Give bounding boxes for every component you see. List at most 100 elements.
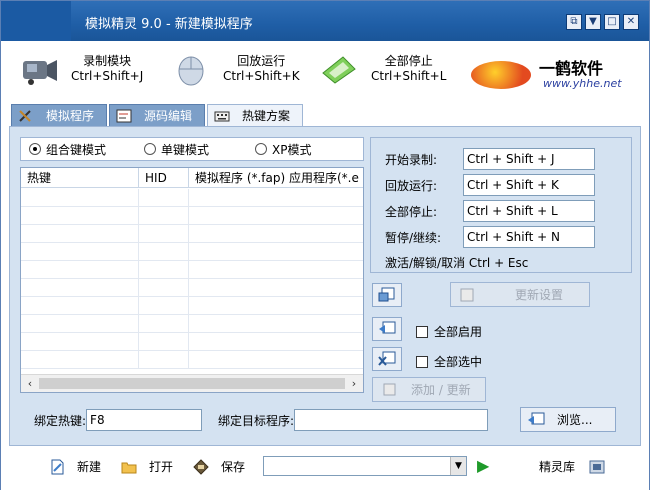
brand-name: 一鹤软件 <box>539 59 604 78</box>
library-button[interactable]: 精灵库 <box>539 458 605 475</box>
add-row-button[interactable] <box>372 317 402 341</box>
table-row <box>21 207 363 225</box>
column-header-hotkey[interactable]: 热键 <box>21 168 139 188</box>
close-button[interactable]: ✕ <box>623 14 639 30</box>
scroll-thumb[interactable] <box>39 378 345 389</box>
code-edit-icon <box>116 109 132 122</box>
pause-hotkey-field[interactable]: Ctrl + Shift + N <box>463 226 595 248</box>
binding-row: 绑定热键: F8 绑定目标程序: <box>34 409 489 431</box>
tools-icon <box>19 109 31 122</box>
restore-button[interactable]: ⧉ <box>566 14 582 30</box>
tab-label: 模拟程序 <box>46 109 95 123</box>
library-label: 精灵库 <box>539 460 576 474</box>
table-row <box>21 315 363 333</box>
playback-button[interactable]: 回放运行 Ctrl+Shift+K <box>171 51 300 87</box>
horizontal-scrollbar[interactable]: ‹ › <box>21 374 363 392</box>
delete-row-button[interactable] <box>372 347 402 371</box>
enable-all-checkbox[interactable]: 全部启用 <box>416 323 482 340</box>
tab-label: 源码编辑 <box>144 109 193 123</box>
playback-hotkey-field[interactable]: Ctrl + Shift + K <box>463 174 595 196</box>
table-row <box>21 261 363 279</box>
new-label: 新建 <box>77 460 102 474</box>
hotkey-row-stop-all: 全部停止: Ctrl + Shift + L <box>385 200 595 222</box>
hotkey-label: 回放运行: <box>385 178 438 193</box>
column-header-hid[interactable]: HID <box>139 168 189 188</box>
select-all-label: 全部选中 <box>434 355 483 369</box>
stop-all-label: 全部停止 <box>384 54 433 68</box>
update-settings-label: 更新设置 <box>515 288 564 302</box>
mode-combo-radio[interactable]: 组合键模式 <box>29 141 106 158</box>
playback-shortcut: Ctrl+Shift+K <box>223 69 300 83</box>
add-update-label: 添加 / 更新 <box>411 383 471 397</box>
mode-selector: 组合键模式 单键模式 XP模式 <box>20 137 364 161</box>
scroll-left-icon[interactable]: ‹ <box>21 375 39 392</box>
browse-button[interactable]: 浏览... <box>520 407 616 432</box>
import-button[interactable] <box>372 283 402 307</box>
browse-icon <box>528 412 545 424</box>
hotkey-panel: 组合键模式 单键模式 XP模式 热键 HID 模拟程序 (*.fap) 应用程序… <box>9 126 641 446</box>
table-row <box>21 333 363 351</box>
stop-all-shortcut: Ctrl+Shift+L <box>371 69 447 83</box>
maximize-button[interactable]: □ <box>604 14 620 30</box>
tab-bar: 模拟程序 源码编辑 热键方案 <box>11 104 305 126</box>
mode-single-radio[interactable]: 单键模式 <box>144 141 209 158</box>
bind-target-field[interactable] <box>294 409 489 431</box>
hotkey-table[interactable]: 热键 HID 模拟程序 (*.fap) 应用程序(*.e ‹ › <box>20 167 364 393</box>
camera-icon <box>23 60 57 85</box>
select-all-checkbox[interactable]: 全部选中 <box>416 353 482 370</box>
record-button[interactable]: 录制模块 Ctrl+Shift+J <box>19 51 143 87</box>
table-body <box>21 189 363 373</box>
hotkey-label: 开始录制: <box>385 152 438 167</box>
radio-dot <box>255 143 268 155</box>
record-shortcut: Ctrl+Shift+J <box>71 69 144 83</box>
tab-hotkey-scheme[interactable]: 热键方案 <box>207 104 304 126</box>
update-settings-button[interactable]: 更新设置 <box>450 282 590 307</box>
table-row <box>21 225 363 243</box>
play-icon: ▶ <box>477 456 490 475</box>
column-header-program[interactable]: 模拟程序 (*.fap) 应用程序(*.e <box>189 168 363 188</box>
table-row <box>21 189 363 207</box>
table-header: 热键 HID 模拟程序 (*.fap) 应用程序(*.e <box>21 168 363 188</box>
save-button[interactable]: 保存 <box>193 458 245 475</box>
mode-xp-radio[interactable]: XP模式 <box>255 141 312 158</box>
settings-icon <box>460 288 474 301</box>
window-controls: ⧉ ▼ □ ✕ <box>566 14 639 30</box>
hotkey-row-playback: 回放运行: Ctrl + Shift + K <box>385 174 595 196</box>
global-hotkeys-box: 开始录制: Ctrl + Shift + J 回放运行: Ctrl + Shif… <box>370 137 632 273</box>
stop-all-hotkey-field[interactable]: Ctrl + Shift + L <box>463 200 595 222</box>
tab-source-edit[interactable]: 源码编辑 <box>109 104 206 126</box>
minimize-button[interactable]: ▼ <box>585 14 601 30</box>
tab-simulation-program[interactable]: 模拟程序 <box>11 104 108 126</box>
add-update-button[interactable]: 添加 / 更新 <box>372 377 486 402</box>
window-title: 模拟精灵 9.0 - 新建模拟程序 <box>85 17 253 32</box>
stop-all-button[interactable]: 全部停止 Ctrl+Shift+L <box>319 51 446 87</box>
table-row <box>21 279 363 297</box>
run-button[interactable]: ▶ <box>477 456 489 475</box>
hotkey-label: 全部停止: <box>385 204 438 219</box>
bind-hotkey-field[interactable]: F8 <box>86 409 203 431</box>
title-bar: 模拟精灵 9.0 - 新建模拟程序 ⧉ ▼ □ ✕ <box>1 1 649 41</box>
add-row-icon <box>379 321 396 334</box>
chevron-down-icon[interactable]: ▼ <box>450 457 466 475</box>
add-update-icon <box>383 383 396 395</box>
enable-all-label: 全部启用 <box>434 325 483 339</box>
program-combo[interactable]: ▼ <box>263 456 467 476</box>
radio-label: XP模式 <box>272 142 312 157</box>
hotkey-row-pause: 暂停/继续: Ctrl + Shift + N <box>385 226 595 248</box>
new-file-icon <box>51 459 64 474</box>
import-icon <box>378 287 395 302</box>
hotkey-label: 暂停/继续: <box>385 230 442 245</box>
delete-row-icon <box>378 351 396 366</box>
brand-mark-icon <box>471 61 531 89</box>
radio-label: 单键模式 <box>161 142 210 157</box>
library-icon <box>589 460 605 473</box>
start-record-hotkey-field[interactable]: Ctrl + Shift + J <box>463 148 595 170</box>
record-label: 录制模块 <box>83 54 132 68</box>
radio-label: 组合键模式 <box>46 142 107 157</box>
open-button[interactable]: 打开 <box>121 458 173 475</box>
folder-open-icon <box>121 462 137 473</box>
checkbox-box <box>416 355 428 368</box>
scroll-right-icon[interactable]: › <box>345 375 363 392</box>
new-button[interactable]: 新建 <box>49 458 101 475</box>
app-window: 模拟精灵 9.0 - 新建模拟程序 ⧉ ▼ □ ✕ 录制模块 Ctrl+Shif… <box>0 0 650 490</box>
